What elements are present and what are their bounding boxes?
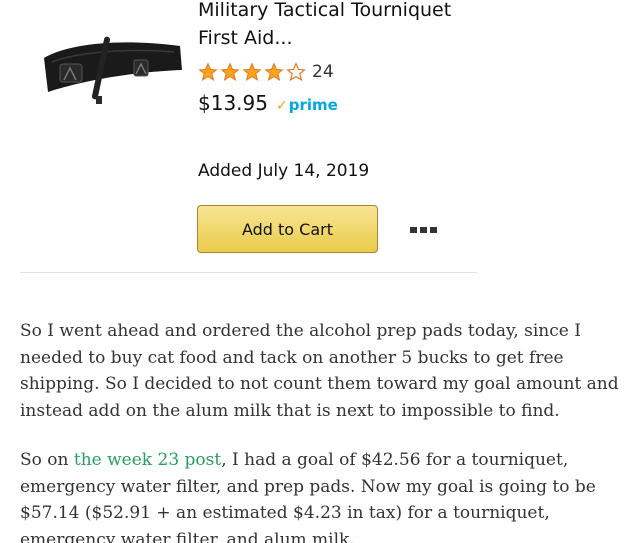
- star-icon: [198, 62, 218, 81]
- product-price: $13.95: [198, 91, 268, 115]
- star-icon: [264, 62, 284, 81]
- add-to-cart-button[interactable]: Add to Cart: [197, 205, 378, 253]
- product-title[interactable]: Military Tactical Tourniquet First Aid..…: [198, 0, 458, 52]
- star-icon: [242, 62, 262, 81]
- star-rating[interactable]: 24: [198, 60, 334, 84]
- product-image[interactable]: [38, 28, 186, 106]
- divider: [20, 272, 477, 273]
- price-row: $13.95 ✓ prime: [198, 91, 338, 115]
- star-empty-icon: [286, 62, 306, 82]
- star-icon: [220, 62, 240, 81]
- prime-label: prime: [288, 96, 338, 114]
- paragraph-text: So on: [20, 450, 74, 470]
- week-23-post-link[interactable]: the week 23 post: [74, 450, 221, 470]
- review-count[interactable]: 24: [312, 62, 334, 82]
- more-dots-icon[interactable]: [410, 225, 440, 235]
- added-date: Added July 14, 2019: [198, 161, 370, 181]
- article-paragraph: So on the week 23 post, I had a goal of …: [20, 447, 632, 543]
- article-paragraph: So I went ahead and ordered the alcohol …: [20, 321, 619, 421]
- prime-badge: ✓ prime: [276, 96, 338, 114]
- prime-check-icon: ✓: [275, 98, 288, 114]
